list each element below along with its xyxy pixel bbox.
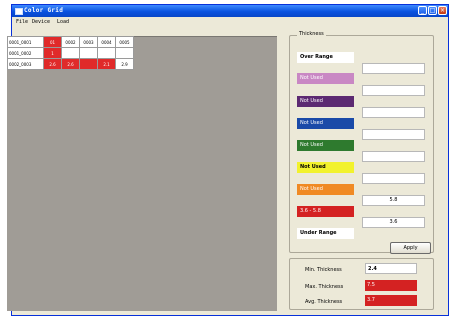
title-bar[interactable]: Color Grid _ □ × [12,5,448,17]
threshold-field-2[interactable] [362,85,425,96]
threshold-field-7[interactable]: 5.8 [362,195,425,206]
grid-cell[interactable]: 0001_0002 [7,47,44,59]
max-thickness-label: Max. Thickness [305,284,344,290]
grid-canvas[interactable] [7,36,277,311]
grid-cell[interactable]: 0002 [61,36,80,48]
grid-cell[interactable]: 01 [43,36,62,48]
color-band-2[interactable]: Not Used [297,96,354,107]
max-thickness-value: 7.5 [365,280,417,291]
threshold-field-8[interactable]: 3.6 [362,217,425,228]
color-band-1[interactable]: Not Used [297,73,354,84]
menu-load[interactable]: Load [57,19,69,25]
threshold-field-3[interactable] [362,107,425,118]
threshold-field-4[interactable] [362,129,425,140]
grid-cell[interactable]: 0004 [97,36,116,48]
threshold-field-5[interactable] [362,151,425,162]
app-icon [15,8,23,15]
avg-thickness-value: 3.7 [365,295,417,306]
avg-thickness-label: Avg. Thickness [305,299,343,305]
grid-cell[interactable]: 2.6 [43,58,62,70]
color-band-4[interactable]: Not Used [297,140,354,151]
grid-cell[interactable]: 0005 [115,36,134,48]
menu-device[interactable]: Device [32,19,50,25]
close-icon[interactable]: × [438,6,447,15]
min-thickness-label: Min. Thickness [305,267,342,273]
table-row: 0001_0001 01 0002 0003 0004 0005 [7,36,134,48]
grid-cell[interactable] [79,58,98,70]
grid-cell[interactable]: 1 [43,47,62,59]
grid-cell[interactable] [115,47,134,59]
over-range-label: Over Range [297,52,354,63]
menu-bar: File Device Load [12,17,448,27]
window-title: Color Grid [24,7,64,14]
color-band-6[interactable]: Not Used [297,184,354,195]
grid-cell[interactable]: 2.9 [115,58,134,70]
min-thickness-value: 2.4 [365,263,417,274]
apply-button[interactable]: Apply [390,242,431,254]
grid-cell[interactable] [79,47,98,59]
color-band-3[interactable]: Not Used [297,118,354,129]
threshold-field-6[interactable] [362,173,425,184]
color-band-7[interactable]: 3.6 - 5.8 [297,206,354,217]
menu-file[interactable]: File [16,19,28,25]
thickness-group-label: Thickness [297,31,326,37]
grid-cell[interactable] [97,47,116,59]
grid-cell[interactable]: 0003 [79,36,98,48]
minimize-icon[interactable]: _ [418,6,427,15]
grid-cell[interactable]: 2.1 [97,58,116,70]
grid-cell[interactable]: 0002_0003 [7,58,44,70]
threshold-field-1[interactable] [362,63,425,74]
grid-cell[interactable]: 0001_0001 [7,36,44,48]
table-row: 0002_0003 2.6 2.6 2.1 2.9 [7,58,134,70]
grid-cell[interactable] [61,47,80,59]
color-band-5[interactable]: Not Used [297,162,354,173]
under-range-label: Under Range [297,228,354,239]
maximize-icon[interactable]: □ [428,6,437,15]
grid-cell[interactable]: 2.6 [61,58,80,70]
color-grid-table: 0001_0001 01 0002 0003 0004 0005 0001_00… [7,36,134,70]
table-row: 0001_0002 1 [7,47,134,59]
